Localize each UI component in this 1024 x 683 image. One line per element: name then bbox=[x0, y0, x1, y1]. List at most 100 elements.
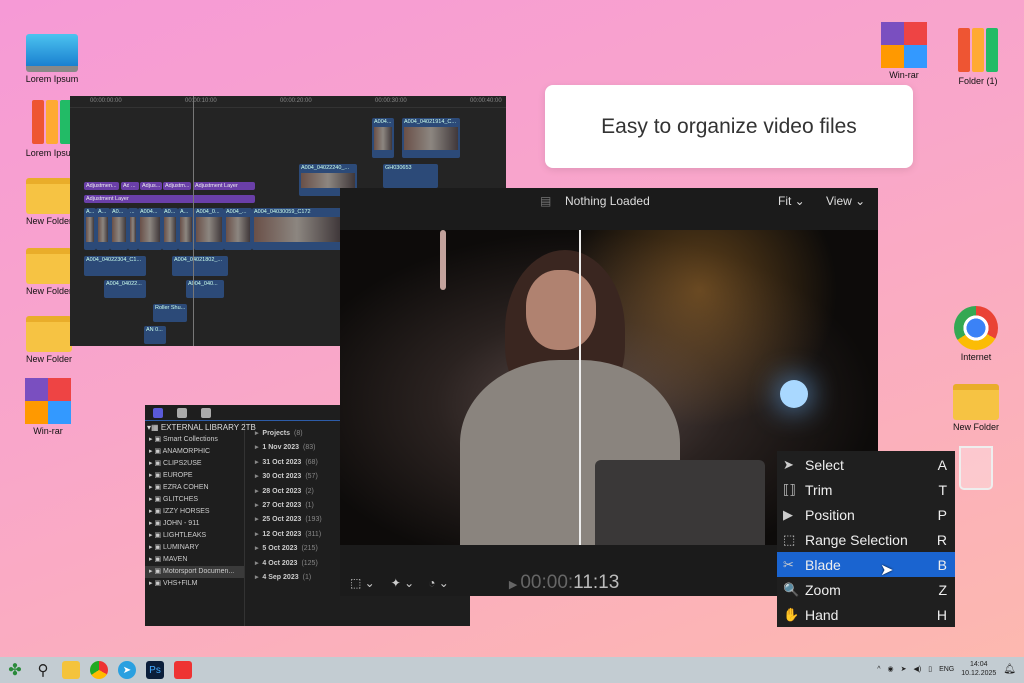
desktop-icon[interactable]: Internet bbox=[941, 306, 1011, 362]
event-date-item[interactable]: ▸ 25 Oct 2023 (193) bbox=[251, 513, 322, 527]
event-date-item[interactable]: ▸ 4 Sep 2023 (1) bbox=[251, 571, 322, 585]
library-event-item[interactable]: ▸ ▣ Smart Collections bbox=[145, 434, 244, 446]
tool-hand[interactable]: ✋ Hand H bbox=[777, 602, 955, 627]
search-icon[interactable]: ⚲ bbox=[34, 661, 52, 679]
item-label: VHS+FILM bbox=[163, 580, 198, 587]
event-date-item[interactable]: ▸ 1 Nov 2023 (83) bbox=[251, 441, 322, 455]
video-clip[interactable]: A004_04021802_... bbox=[172, 256, 228, 276]
video-clip[interactable]: A0... bbox=[162, 208, 178, 250]
event-date-item[interactable]: ▸ 31 Oct 2023 (68) bbox=[251, 456, 322, 470]
desktop-icon[interactable]: Lorem Ipsum bbox=[17, 30, 87, 84]
photos-icon[interactable] bbox=[177, 408, 187, 418]
event-date-item[interactable]: ▸ 12 Oct 2023 (311) bbox=[251, 528, 322, 542]
video-clip[interactable]: A004_04021914_C... bbox=[402, 118, 460, 158]
app-icon[interactable] bbox=[174, 661, 192, 679]
video-clip[interactable]: A004_040... bbox=[186, 280, 224, 298]
desktop-icon[interactable]: Win-rar bbox=[869, 22, 939, 80]
video-clip[interactable]: Roller Shu... bbox=[153, 304, 187, 322]
adjustment-layer-clip[interactable]: Adjustmen... bbox=[84, 182, 119, 190]
notifications-icon[interactable]: 🔔︎ bbox=[1003, 664, 1016, 675]
video-clip[interactable]: A004... bbox=[138, 208, 162, 250]
adjustment-layer-clip[interactable]: ... bbox=[129, 182, 139, 190]
trim-icon: ⟦⟧ bbox=[783, 481, 796, 497]
library-event-item[interactable]: ▸ ▣ LUMINARY bbox=[145, 542, 244, 554]
adjustment-layer-clip[interactable]: Adjustment Layer bbox=[84, 195, 255, 203]
video-clip[interactable]: A... bbox=[178, 208, 194, 250]
scissors-icon: ✂ bbox=[783, 556, 794, 572]
clip-thumbnail bbox=[130, 217, 136, 242]
adjustment-layer-clip[interactable]: Adjustm... bbox=[163, 182, 191, 190]
event-date-item[interactable]: ▸ 28 Oct 2023 (2) bbox=[251, 485, 322, 499]
video-clip[interactable]: A004... bbox=[372, 118, 394, 158]
video-clip[interactable]: GH030653 bbox=[383, 164, 438, 188]
view-dropdown[interactable]: View ⌄ bbox=[826, 194, 865, 208]
start-icon[interactable]: ✤ bbox=[6, 661, 24, 679]
event-date-item[interactable]: ▸ 30 Oct 2023 (57) bbox=[251, 470, 322, 484]
library-event-item[interactable]: ▸ ▣ LIGHTLEAKS bbox=[145, 530, 244, 542]
library-event-item[interactable]: ▸ ▣ IZZY HORSES bbox=[145, 506, 244, 518]
video-clip[interactable]: A0... bbox=[110, 208, 128, 250]
desktop-icon[interactable]: Win-rar bbox=[13, 378, 83, 436]
library-event-item[interactable]: ▸ ▣ MAVEN bbox=[145, 554, 244, 566]
photoshop-icon[interactable]: Ps bbox=[146, 661, 164, 679]
item-label: EUROPE bbox=[163, 472, 193, 479]
tool-range-selection[interactable]: ⬚ Range Selection R bbox=[777, 527, 955, 552]
tool-select[interactable]: ➤ Select A bbox=[777, 452, 955, 477]
tool-blade[interactable]: ✂ Blade B bbox=[777, 552, 955, 577]
item-label: CLIPS2USE bbox=[163, 460, 202, 467]
timeline-ruler[interactable]: 00:00:00:00 00:00:10:00 00:00:20:00 00:00:3… bbox=[70, 96, 506, 108]
desktop-icon[interactable]: New Folder bbox=[941, 376, 1011, 432]
libraries-icon[interactable] bbox=[153, 408, 163, 418]
tool-zoom[interactable]: 🔍 Zoom Z bbox=[777, 577, 955, 602]
video-clip[interactable]: AN 0... bbox=[144, 326, 166, 344]
chrome-icon[interactable] bbox=[90, 661, 108, 679]
event-name: 4 Sep 2023 bbox=[262, 573, 299, 581]
playhead[interactable] bbox=[193, 96, 194, 346]
adjustment-layer-clip[interactable]: Adjus... bbox=[140, 182, 162, 190]
library-event-item[interactable]: ▸ ▣ JOHN - 911 bbox=[145, 518, 244, 530]
network-icon[interactable]: ◉ bbox=[888, 665, 894, 673]
video-clip[interactable]: A004_... bbox=[224, 208, 252, 250]
send-icon[interactable]: ➤ bbox=[901, 665, 907, 673]
library-root[interactable]: ▾▦ EXTERNAL LIBRARY 2TB bbox=[145, 422, 256, 434]
event-date-item[interactable]: ▸ 27 Oct 2023 (1) bbox=[251, 499, 322, 513]
adjustment-layer-clip[interactable]: Adjustment Layer bbox=[193, 182, 255, 190]
item-label: ANAMORPHIC bbox=[162, 448, 211, 455]
tool-trim[interactable]: ⟦⟧ Trim T bbox=[777, 477, 955, 502]
language-indicator[interactable]: ENG bbox=[939, 666, 954, 673]
clock[interactable]: 14:04 10.12.2025 bbox=[961, 660, 996, 678]
library-event-item[interactable]: ▸ ▣ ANAMORPHIC bbox=[145, 446, 244, 458]
telegram-icon[interactable]: ➤ bbox=[118, 661, 136, 679]
explorer-icon[interactable] bbox=[62, 661, 80, 679]
event-date-item[interactable]: ▸ Projects (8) bbox=[251, 427, 322, 441]
clip-label: A004_04022... bbox=[106, 281, 142, 287]
event-date-item[interactable]: ▸ 5 Oct 2023 (215) bbox=[251, 542, 322, 556]
video-clip[interactable]: A004_04022... bbox=[104, 280, 146, 298]
video-clip[interactable]: A... bbox=[84, 208, 96, 250]
desktop-icon[interactable]: Folder (1) bbox=[943, 28, 1013, 86]
tool-label: Trim bbox=[805, 481, 833, 498]
video-clip[interactable]: A004_04030059_C172 bbox=[252, 208, 342, 250]
library-event-item[interactable]: ▸ ▣ EZRA COHEN bbox=[145, 482, 244, 494]
library-event-item[interactable]: ▸ ▣ VHS+FILM bbox=[145, 578, 244, 590]
video-clip[interactable]: A004_04022304_C1... bbox=[84, 256, 146, 276]
library-event-item[interactable]: ▸ ▣ CLIPS2USE bbox=[145, 458, 244, 470]
library-event-item[interactable]: ▸ ▣ EUROPE bbox=[145, 470, 244, 482]
enhance-wand-icon[interactable]: ✦ ⌄ bbox=[391, 576, 414, 590]
chevron-up-icon[interactable]: ^ bbox=[877, 666, 880, 673]
split-line[interactable] bbox=[579, 230, 581, 545]
transform-icon[interactable]: ⬚ ⌄ bbox=[350, 576, 375, 590]
volume-icon[interactable]: ◀) bbox=[914, 665, 922, 673]
titles-icon[interactable] bbox=[201, 408, 211, 418]
library-event-item[interactable]: ▸ ▣ GLITCHES bbox=[145, 494, 244, 506]
video-clip[interactable]: A... bbox=[96, 208, 110, 250]
play-icon[interactable]: ▶ bbox=[509, 579, 521, 591]
fit-dropdown[interactable]: Fit ⌄ bbox=[778, 194, 805, 208]
device-icon[interactable]: ▯ bbox=[928, 665, 932, 673]
video-clip[interactable]: A004_0... bbox=[194, 208, 224, 250]
speed-icon[interactable]: ◔ ⌄ bbox=[428, 576, 449, 590]
library-event-item[interactable]: ▸ ▣ Motorsport Documen... bbox=[145, 566, 244, 578]
tool-position[interactable]: ▶ Position P bbox=[777, 502, 955, 527]
event-date-item[interactable]: ▸ 4 Oct 2023 (125) bbox=[251, 557, 322, 571]
video-clip[interactable]: ... bbox=[128, 208, 138, 250]
